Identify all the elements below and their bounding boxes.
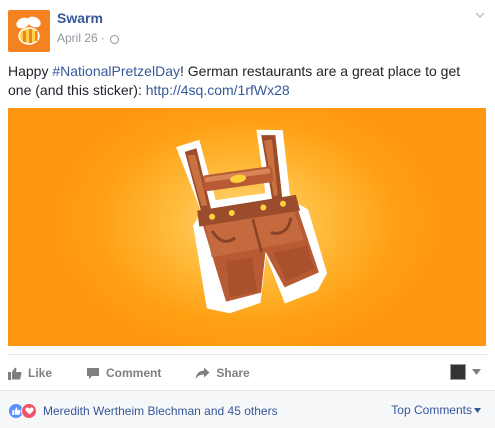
top-comments-dropdown[interactable]: Top Comments bbox=[391, 403, 481, 417]
share-label: Share bbox=[216, 366, 250, 380]
post-text: Happy #NationalPretzelDay! German restau… bbox=[8, 62, 486, 100]
comment-button[interactable]: Comment bbox=[86, 366, 161, 380]
like-button[interactable]: Like bbox=[8, 366, 52, 380]
viewer-selector[interactable] bbox=[450, 364, 481, 380]
caret-down-icon bbox=[474, 407, 481, 413]
thumbs-up-icon bbox=[8, 367, 22, 380]
top-comments-label: Top Comments bbox=[391, 403, 472, 417]
share-button[interactable]: Share bbox=[195, 366, 250, 380]
hashtag-link[interactable]: #NationalPretzelDay bbox=[52, 63, 180, 79]
reaction-summary[interactable]: Meredith Wertheim Blechman and 45 others bbox=[8, 403, 278, 419]
globe-icon bbox=[109, 34, 119, 44]
lederhosen-sticker-image bbox=[176, 129, 328, 314]
post-card: Swarm April 26 · Happy #NationalPretzelD… bbox=[0, 0, 495, 428]
reactors-text[interactable]: Meredith Wertheim Blechman and 45 others bbox=[43, 404, 278, 418]
meta-dot: · bbox=[100, 31, 105, 45]
like-label: Like bbox=[28, 366, 53, 380]
swarm-avatar[interactable] bbox=[8, 10, 50, 52]
comment-label: Comment bbox=[106, 366, 162, 380]
caret-down-icon bbox=[472, 369, 481, 375]
divider bbox=[8, 354, 487, 355]
post-text-prefix: Happy bbox=[8, 63, 53, 79]
viewer-avatar bbox=[450, 364, 466, 380]
share-arrow-icon bbox=[195, 367, 210, 379]
swarm-bee-logo-icon bbox=[16, 16, 41, 45]
post-photo[interactable] bbox=[8, 108, 486, 346]
action-bar: Like Comment Share bbox=[8, 360, 486, 386]
comment-bubble-icon bbox=[87, 367, 100, 379]
short-link[interactable]: http://4sq.com/1rfWx28 bbox=[146, 82, 290, 98]
reactions-footer: Meredith Wertheim Blechman and 45 others… bbox=[0, 390, 495, 428]
post-meta: April 26 · bbox=[57, 31, 119, 45]
page-name[interactable]: Swarm bbox=[57, 10, 103, 26]
chevron-down-icon[interactable] bbox=[475, 10, 485, 20]
post-date[interactable]: April 26 bbox=[57, 31, 98, 45]
love-reaction-icon bbox=[21, 403, 37, 419]
